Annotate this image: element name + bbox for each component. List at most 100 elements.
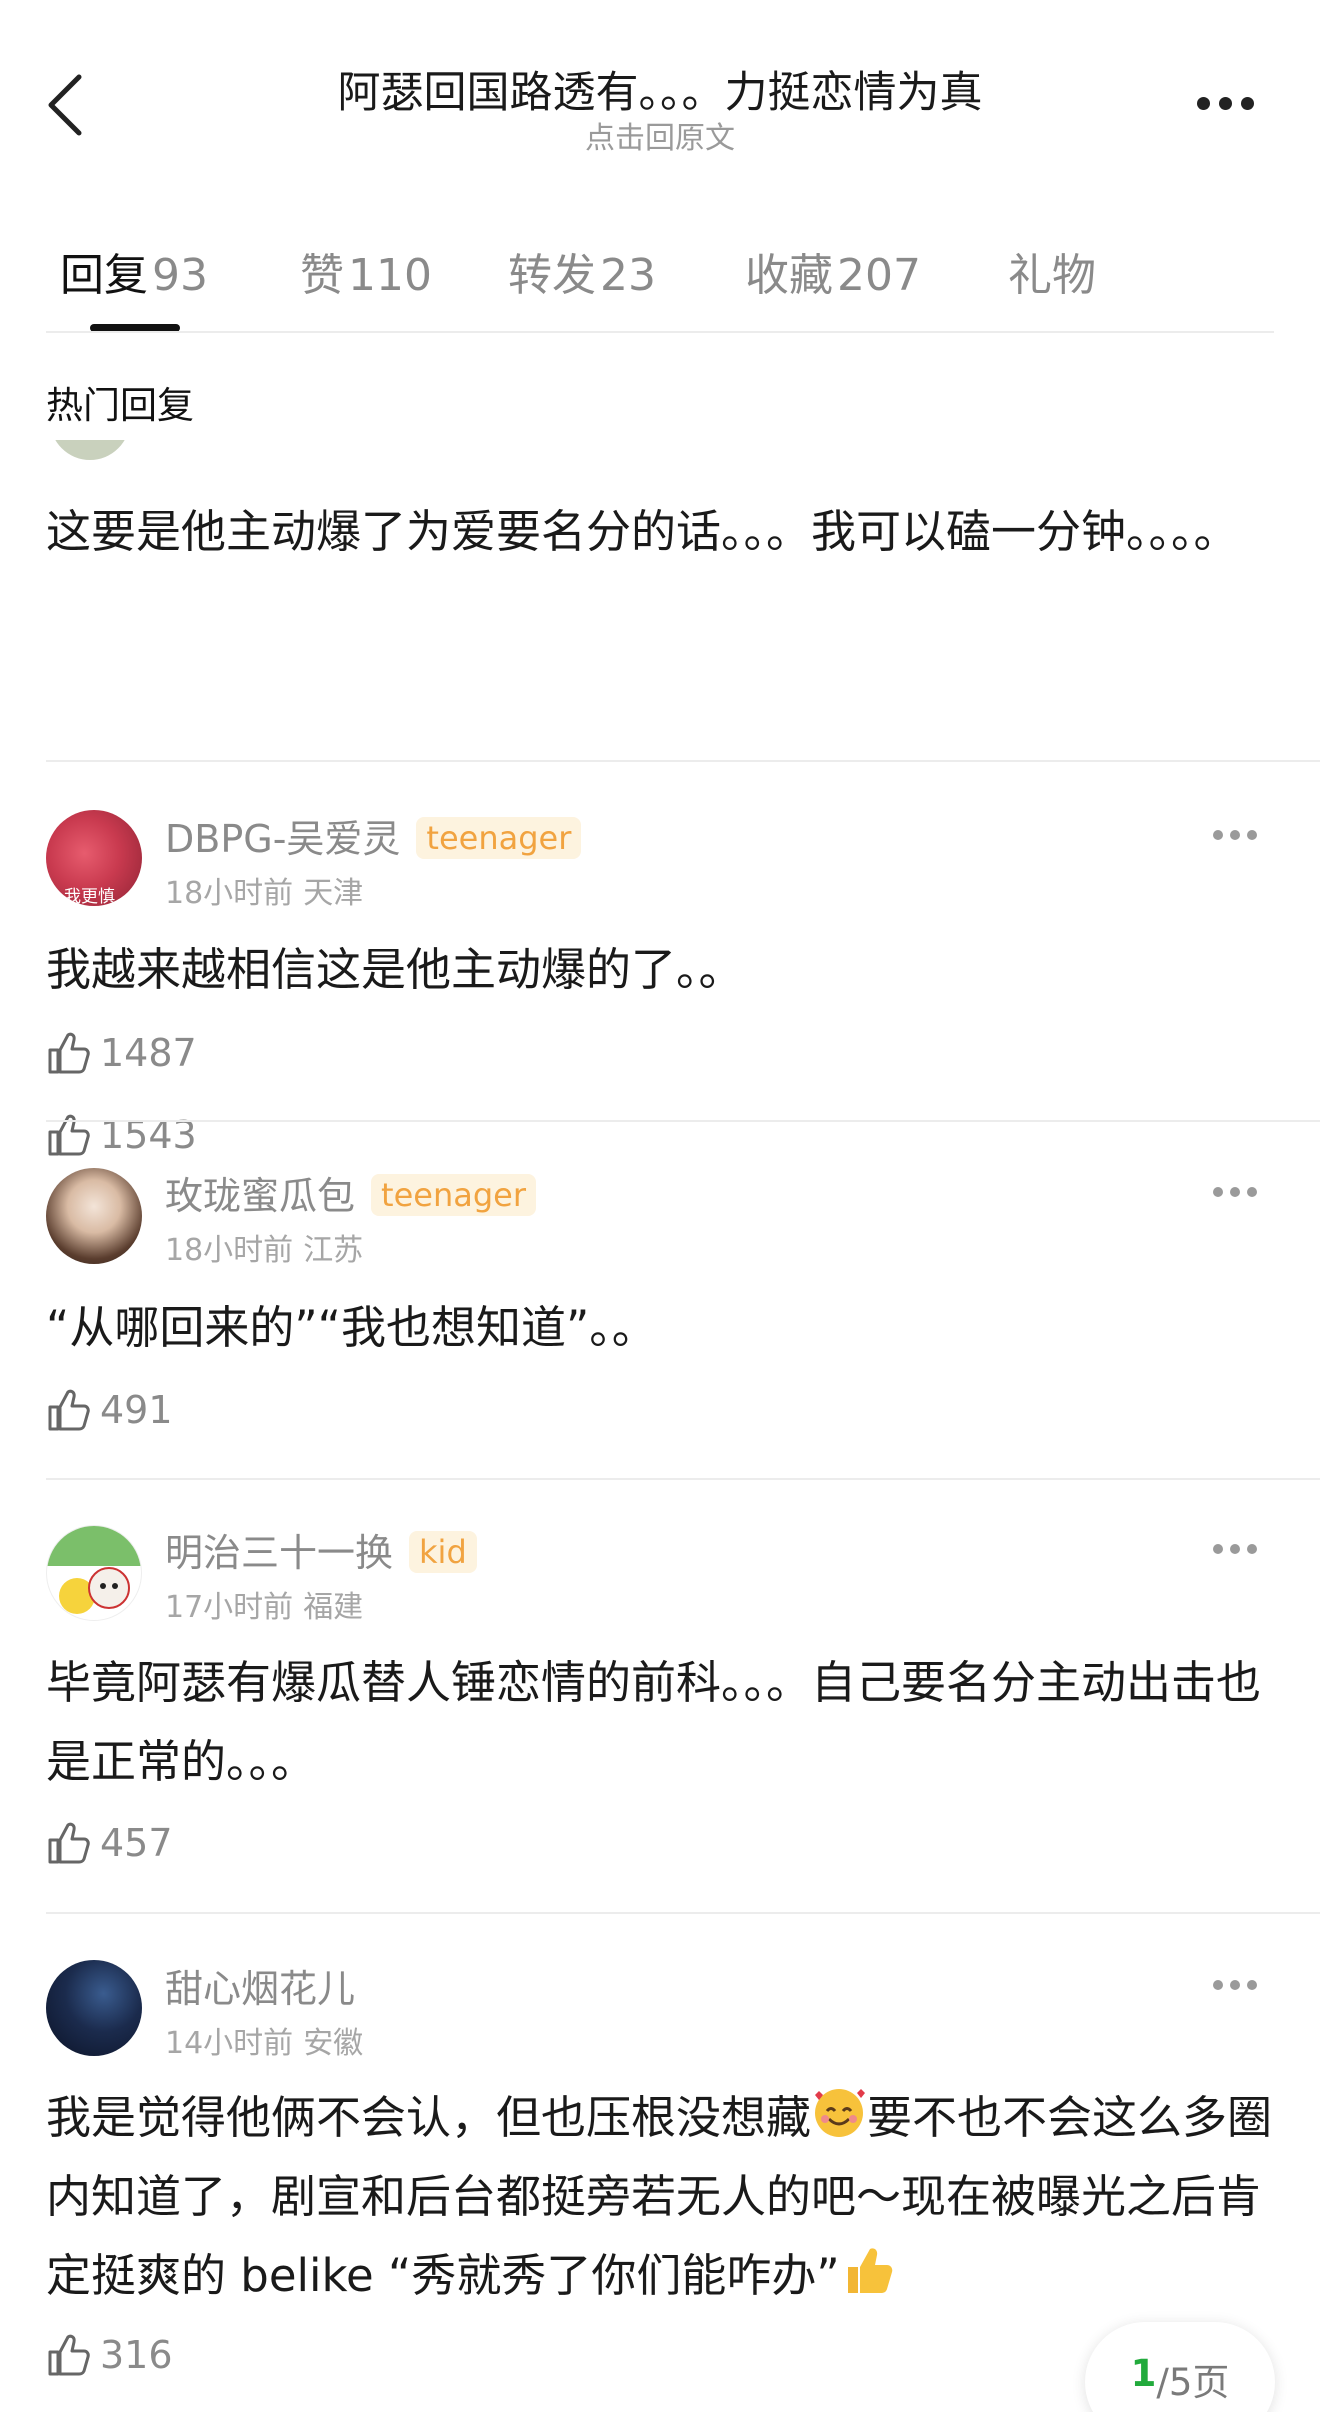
thumbs-up-icon xyxy=(48,1114,90,1156)
comment-username[interactable]: 甜心烟花儿 xyxy=(165,1958,355,2013)
comment-location: 江苏 xyxy=(303,1233,364,1268)
more-dot xyxy=(1247,830,1257,840)
username-text: 明治三十一换 xyxy=(165,1531,394,1575)
like-count: 457 xyxy=(100,1821,173,1865)
comment-more-button[interactable] xyxy=(1200,1965,1270,2005)
comment-time: 14小时前 xyxy=(165,2026,294,2061)
tab-gifts[interactable]: 礼物 xyxy=(1008,239,1096,303)
username-text: 甜心烟花儿 xyxy=(165,1967,356,2011)
comment-time: 18小时前 xyxy=(165,876,294,911)
comment-username[interactable]: 玫珑蜜瓜包 teenager xyxy=(165,1165,536,1220)
tab-label: 收藏 xyxy=(745,250,833,301)
comment-meta: 14小时前 安徽 xyxy=(165,2018,363,2062)
tab-label: 回复 xyxy=(60,250,148,301)
tab-label: 赞 xyxy=(300,250,344,301)
divider xyxy=(46,760,1320,762)
back-to-original-link[interactable]: 点击回原文 xyxy=(200,113,1120,157)
avatar-caption: 我更慎 xyxy=(64,887,115,906)
comment-text-part: 我是觉得他俩不会认，但也压根没想藏 xyxy=(46,2091,812,2144)
more-options-button[interactable] xyxy=(1180,78,1270,128)
comment-meta: 18小时前 天津 xyxy=(165,868,363,912)
more-dot xyxy=(1218,96,1232,110)
tab-count: 23 xyxy=(600,250,656,301)
comment-location: 福建 xyxy=(303,1590,364,1625)
comment-username[interactable]: DBPG-吴爱灵 teenager xyxy=(165,808,582,863)
tab-label: 礼物 xyxy=(1008,250,1096,301)
like-button[interactable]: 316 xyxy=(46,2330,173,2380)
avatar[interactable] xyxy=(46,1960,142,2056)
divider xyxy=(46,331,1274,333)
divider xyxy=(46,1120,1320,1122)
user-badge: teenager xyxy=(416,817,582,859)
more-dot xyxy=(1230,1980,1240,1990)
page-total: /5页 xyxy=(1156,2361,1230,2404)
avatar[interactable] xyxy=(46,1525,142,1621)
comment-username[interactable]: 明治三十一换 kid xyxy=(165,1522,477,1577)
username-text: 玫珑蜜瓜包 xyxy=(165,1174,356,1218)
like-button[interactable]: 457 xyxy=(46,1818,173,1868)
comment-text[interactable]: 我越来越相信这是他主动爆的了。。 xyxy=(46,930,1286,1009)
comment-text[interactable]: 我是觉得他俩不会认，但也压根没想藏 要不也不会这么多圈内知道了，剧宣和后台都挺旁若… xyxy=(46,2078,1286,2315)
avatar[interactable]: 我更慎 xyxy=(46,810,142,906)
like-count: 1487 xyxy=(100,1031,197,1075)
comment-meta: 17小时前 福建 xyxy=(165,1582,363,1626)
tab-count: 110 xyxy=(348,250,432,301)
thumbs-up-icon xyxy=(48,2334,90,2376)
tab-favorites[interactable]: 收藏207 xyxy=(745,239,921,303)
page-title[interactable]: 阿瑟回国路透有。。。力挺恋情为真 xyxy=(200,58,1120,120)
like-button[interactable]: 491 xyxy=(46,1385,173,1435)
comment-more-button[interactable] xyxy=(1200,815,1270,855)
thumbs-up-icon xyxy=(48,1032,90,1074)
comment-location: 天津 xyxy=(303,876,364,911)
tab-count: 93 xyxy=(152,250,208,301)
divider xyxy=(46,1912,1320,1914)
comment-more-button[interactable] xyxy=(1200,1529,1270,1569)
like-count: 316 xyxy=(100,2333,173,2377)
more-dot xyxy=(1247,1980,1257,1990)
tab-replies[interactable]: 回复93 xyxy=(60,239,208,303)
chevron-left-icon xyxy=(48,74,82,136)
smiling-face-with-hearts-icon xyxy=(815,2089,866,2137)
comment-text[interactable]: 这要是他主动爆了为爱要名分的话。。。我可以磕一分钟。。。。 xyxy=(46,492,1286,571)
current-page: 1 xyxy=(1130,2352,1157,2395)
more-dot xyxy=(1196,96,1210,110)
page-indicator-button[interactable]: 1/5页 xyxy=(1085,2322,1275,2412)
nav-header: 阿瑟回国路透有。。。力挺恋情为真 点击回原文 xyxy=(0,0,1320,175)
more-dot xyxy=(1230,1187,1240,1197)
tab-reposts[interactable]: 转发23 xyxy=(508,239,656,303)
tab-likes[interactable]: 赞110 xyxy=(300,239,432,303)
comment-time: 18小时前 xyxy=(165,1233,294,1268)
comment-text[interactable]: 毕竟阿瑟有爆瓜替人锤恋情的前科。。。自己要名分主动出击也是正常的。。。 xyxy=(46,1643,1286,1801)
section-title-hot-replies: 热门回复 xyxy=(46,384,194,427)
more-dot xyxy=(1230,830,1240,840)
thumbs-up-icon xyxy=(48,1822,90,1864)
divider xyxy=(46,1478,1320,1480)
more-dot xyxy=(1240,96,1254,110)
more-dot xyxy=(1213,1544,1223,1554)
user-badge: kid xyxy=(409,1531,477,1573)
thumbs-up-emoji-icon xyxy=(847,2248,892,2293)
username-text: DBPG-吴爱灵 xyxy=(165,817,401,861)
tab-label: 转发 xyxy=(508,250,596,301)
tab-bar: 回复93 赞110 转发23 收藏207 礼物 xyxy=(0,225,1320,335)
more-dot xyxy=(1247,1187,1257,1197)
comment-text[interactable]: “从哪回来的”“我也想知道”。。 xyxy=(46,1288,1286,1367)
user-badge: teenager xyxy=(371,1174,536,1216)
thumbs-up-icon xyxy=(48,1389,90,1431)
avatar-partial xyxy=(50,440,130,468)
more-dot xyxy=(1247,1544,1257,1554)
comment-more-button[interactable] xyxy=(1200,1172,1270,1212)
like-count: 491 xyxy=(100,1388,173,1432)
comment-location: 安徽 xyxy=(303,2026,364,2061)
more-dot xyxy=(1213,1980,1223,1990)
like-button[interactable]: 1487 xyxy=(46,1028,197,1078)
more-dot xyxy=(1213,1187,1223,1197)
avatar[interactable] xyxy=(46,1168,142,1264)
comment-meta: 18小时前 江苏 xyxy=(165,1225,363,1269)
more-dot xyxy=(1213,830,1223,840)
back-button[interactable] xyxy=(30,60,100,150)
more-dot xyxy=(1230,1544,1240,1554)
tab-count: 207 xyxy=(837,250,921,301)
comment-time: 17小时前 xyxy=(165,1590,294,1625)
like-button[interactable]: 1543 xyxy=(46,1110,197,1160)
